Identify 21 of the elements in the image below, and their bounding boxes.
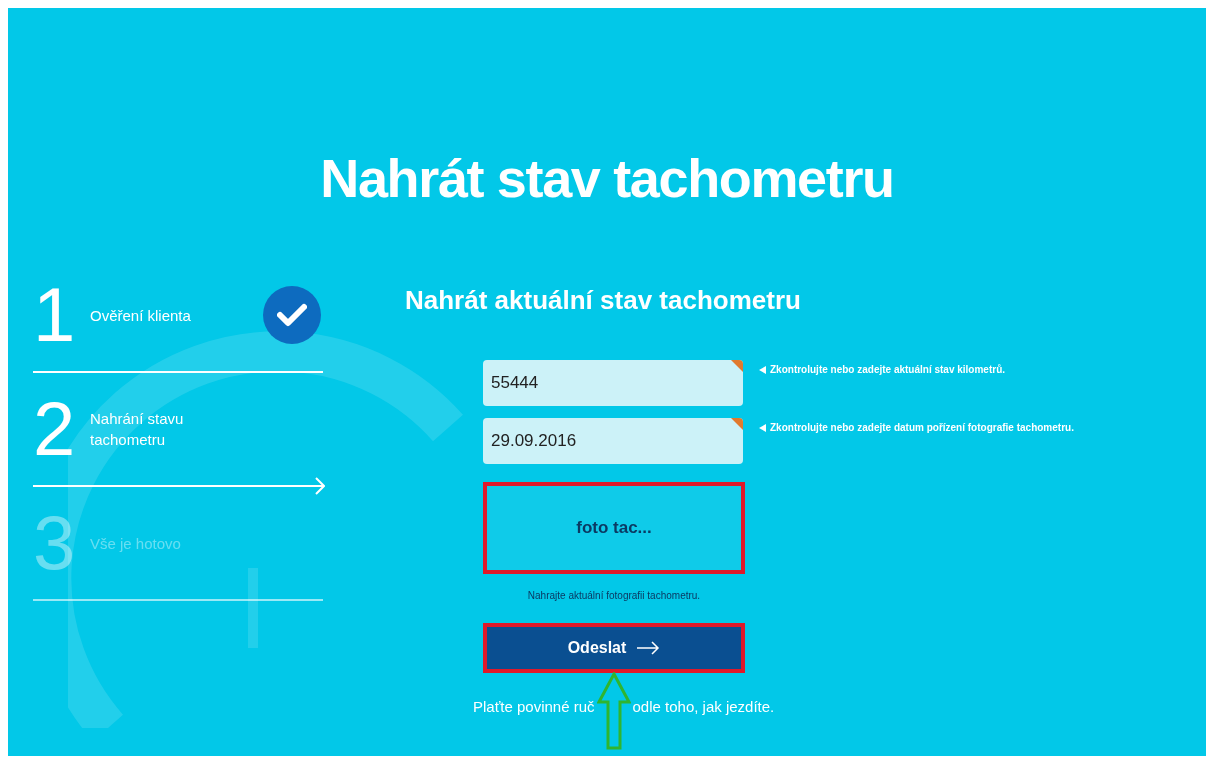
upload-hint: Nahrajte aktuální fotografii tachometru. <box>526 589 702 603</box>
up-arrow-annotation-icon <box>596 672 631 750</box>
step-label: Nahrání stavu tachometru <box>90 409 185 450</box>
field-hint: Zkontrolujte nebo zadejte aktuální stav kilometrů. <box>770 363 1006 377</box>
arrow-right-icon <box>636 641 661 655</box>
field-hint: Zkontrolujte nebo zadejte datum pořízení fotografie tachometru. <box>770 421 1074 435</box>
step-number: 3 <box>33 505 77 581</box>
page-title: Nahrát stav tachometru <box>319 147 895 210</box>
form-heading: Nahrát aktuální stav tachometru <box>405 284 802 317</box>
text-field[interactable]: 55444 <box>483 360 743 406</box>
pointer-icon <box>759 424 766 432</box>
footer-text: Plaťte povinné ruč <box>473 697 595 717</box>
step-label: Ověření klienta <box>90 305 192 326</box>
step-number: 1 <box>33 277 77 353</box>
step-number: 2 <box>33 391 77 467</box>
footer-text: odle toho, jak jezdíte. <box>632 697 775 717</box>
photo-upload-button[interactable]: foto tac... <box>483 482 745 574</box>
pointer-icon <box>759 366 766 374</box>
step-label: Vše je hotovo <box>90 533 182 554</box>
submit-button[interactable]: Odeslat <box>483 623 745 673</box>
text-field[interactable]: 29.09.2016 <box>483 418 743 464</box>
